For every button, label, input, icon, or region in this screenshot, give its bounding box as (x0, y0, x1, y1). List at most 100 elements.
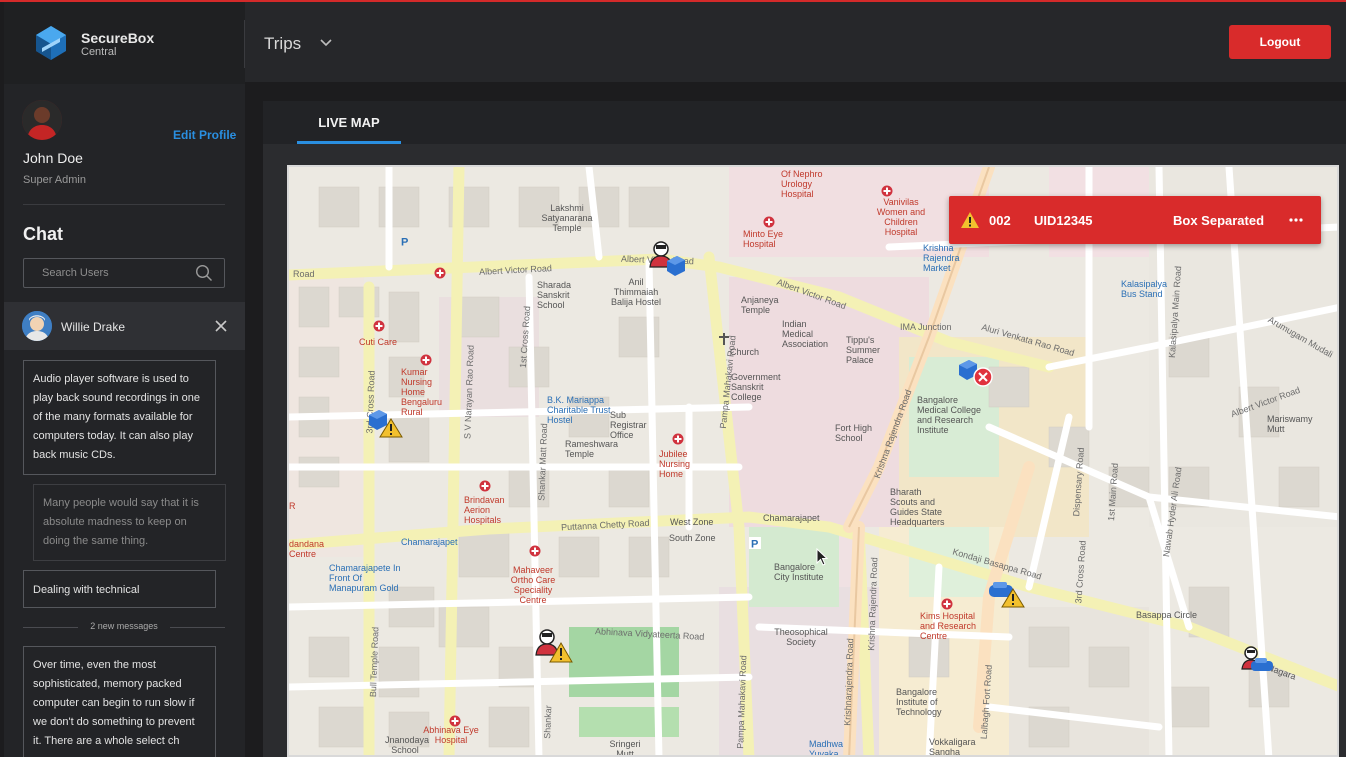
map-place-label: Chamarajapete In Front Of Manapuram Gold (329, 563, 401, 593)
map-place-label: Of Nephro Urology Hospital (781, 169, 823, 199)
live-map[interactable]: Albert Victor Road Albert Victor Road Al… (287, 165, 1339, 757)
map-place-label: Chamarajapet (401, 537, 458, 547)
hospital-icon (434, 267, 446, 279)
hospital-icon (881, 185, 893, 197)
chat-message: Dealing with technical (23, 570, 216, 608)
map-place-label: Lakshmi Satyanarana Temple (541, 203, 593, 233)
profile-role: Super Admin (23, 174, 86, 186)
sidebar: SecureBox Central Edit Profile John Doe … (4, 2, 245, 757)
svg-text:P: P (401, 237, 408, 248)
mouse-cursor-icon (816, 548, 828, 566)
chat-message-draft: Many people would say that it is absolut… (33, 484, 226, 561)
section-title[interactable]: Trips (264, 34, 301, 54)
more-options-icon[interactable] (1287, 213, 1305, 227)
map-place-label: Rameshwara Temple (565, 439, 619, 459)
divider (23, 204, 225, 205)
map-place-label: Vanivilas Women and Children Hospital (876, 197, 926, 237)
chat-message: Over time, even the most sophisticated, … (23, 646, 216, 757)
map-place-label: Theosophical Society (774, 627, 828, 647)
hospital-icon (479, 480, 491, 492)
chat-title: Chat (23, 224, 63, 244)
top-header (245, 2, 1346, 82)
profile-name: John Doe (23, 150, 83, 166)
map-place-label: Anil Thimmaiah Balija Hostel (610, 277, 662, 307)
map-place-label: Mahaveer Ortho Care Speciality Centre (510, 565, 556, 605)
map-place-label: Cuti Care (359, 337, 398, 347)
map-place-label: Minto Eye Hospital (743, 229, 784, 249)
new-messages-label: 2 new messages (90, 621, 158, 631)
parking-icon: P (749, 537, 761, 549)
hospital-icon (941, 598, 953, 610)
alert-id: 002 (989, 213, 1011, 228)
map-place-label: dandana Centre (289, 539, 325, 559)
map-road-label: Shankar (542, 705, 554, 739)
map-place-label: Basappa Circle (1136, 610, 1198, 620)
header-divider (244, 20, 245, 68)
driver-vehicle-marker-icon[interactable] (1239, 645, 1275, 677)
hospital-icon (373, 320, 385, 332)
alert-banner[interactable]: 002 UID12345 Box Separated (949, 196, 1321, 244)
map-place-label: Tippu's Summer Palace (846, 335, 881, 365)
map-place-label: Vokkaligara Sangha (929, 737, 976, 757)
close-icon[interactable] (214, 319, 228, 333)
logout-button[interactable]: Logout (1229, 25, 1331, 59)
warning-icon (961, 212, 979, 228)
svg-text:P: P (751, 539, 758, 550)
separator-line (170, 627, 225, 628)
map-place-label: Sharada Sanskrit School (537, 280, 572, 310)
box-warning-marker-icon[interactable] (367, 407, 407, 439)
map-place-label: Brindavan Aerion Hospitals (464, 495, 505, 525)
map-place-label: Church (730, 347, 760, 357)
chat-avatar-icon (22, 311, 52, 341)
chat-user-name: Willie Drake (61, 320, 126, 334)
hospital-icon (529, 545, 541, 557)
map-road-label: Road (293, 269, 315, 279)
map-place-label: South Zone (669, 533, 716, 543)
map-place-label: Kalasipalya Bus Stand (1121, 279, 1168, 299)
map-place-label: Sringeri Mutt (609, 739, 641, 757)
chat-message: Audio player software is used to play ba… (23, 360, 216, 475)
map-base (289, 167, 1337, 755)
search-icon[interactable] (195, 264, 213, 282)
map-place-label: Kims Hospital and Research Centre (920, 611, 977, 641)
driver-warning-marker-icon[interactable] (533, 627, 573, 667)
parking-icon: P (401, 237, 408, 248)
hospital-icon (672, 433, 684, 445)
map-place-label: Mariswamy Mutt (1267, 414, 1313, 434)
alert-status: Box Separated (1173, 213, 1265, 228)
tab-bar: LIVE MAP (263, 101, 1346, 144)
brand-subtitle: Central (81, 46, 117, 58)
map-place-label: Jubilee Nursing Home (659, 449, 691, 479)
map-place-label: R (289, 501, 296, 511)
driver-box-marker-icon[interactable] (647, 239, 687, 279)
brand-header: SecureBox Central (4, 2, 245, 84)
map-place-label: Bangalore Institute of Technology (896, 687, 942, 717)
map-place-label: Anjaneya Temple (741, 295, 779, 315)
map-place-label: Bangalore Medical College and Research I… (917, 395, 982, 435)
map-place-label: Jnanodaya School (385, 735, 430, 755)
map-place-label: Government Sanskrit College (731, 372, 781, 402)
edit-profile-link[interactable]: Edit Profile (173, 128, 236, 142)
map-place-label: Krishna Rajendra Market (923, 243, 960, 273)
hospital-icon (420, 354, 432, 366)
map-place-label: Kumar Nursing Home Bengaluru Rural (401, 367, 443, 417)
tab-live-map[interactable]: LIVE MAP (297, 101, 401, 144)
map-place-label: West Zone (670, 517, 714, 527)
box-error-marker-icon[interactable] (957, 357, 997, 389)
alert-uid: UID12345 (1034, 213, 1093, 228)
church-icon (719, 333, 729, 345)
avatar[interactable] (22, 100, 62, 140)
chat-user-avatar (22, 311, 52, 341)
securebox-logo-icon (36, 26, 66, 60)
map-place-label: Indian Medical Association (782, 319, 829, 349)
map-place-label: Sub Registrar Office (610, 410, 647, 440)
map-place-label: Chamarajapet (763, 513, 820, 523)
vehicle-warning-marker-icon[interactable] (987, 579, 1027, 609)
active-tab-indicator (297, 141, 401, 144)
chevron-down-icon[interactable] (319, 38, 333, 48)
active-chat-user[interactable]: Willie Drake (4, 302, 245, 350)
map-place-label: Bharath Scouts and Guides State Headquar… (890, 487, 945, 527)
map-place-label: Abhinava Eye Hospital (423, 725, 479, 745)
new-messages-separator: 2 new messages (23, 620, 225, 634)
user-avatar-icon (22, 100, 62, 140)
